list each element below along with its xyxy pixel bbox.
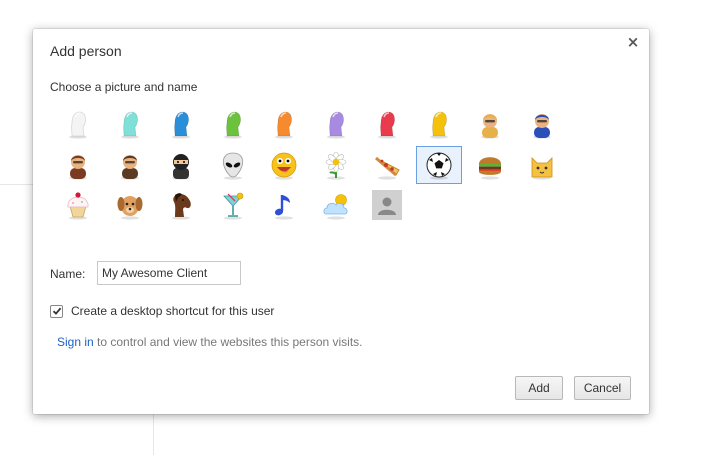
avatar-blue-head[interactable]	[158, 105, 204, 143]
avatar-flower[interactable]	[313, 146, 359, 184]
avatar-businesswoman[interactable]	[467, 105, 513, 143]
avatar-white-head-icon	[69, 111, 87, 139]
signin-row: Sign in to control and view the websites…	[57, 335, 363, 349]
avatar-woman-sunglasses-icon	[69, 154, 87, 180]
avatar-blue-head-icon	[172, 111, 190, 139]
avatar-soccer-ball-icon	[426, 152, 451, 180]
add-person-dialog: × Add person Choose a picture and name N…	[33, 29, 649, 414]
avatar-man-icon	[120, 154, 139, 180]
avatar-cat-icon	[531, 156, 552, 180]
avatar-pizza-icon	[375, 156, 400, 180]
cancel-button[interactable]: Cancel	[574, 376, 631, 400]
signin-description: to control and view the websites this pe…	[93, 335, 363, 349]
dialog-subtitle: Choose a picture and name	[50, 80, 198, 94]
avatar-teal-head[interactable]	[107, 105, 153, 143]
name-input[interactable]	[97, 261, 241, 285]
avatar-purple-head-icon	[326, 111, 345, 139]
avatar-soccer-ball[interactable]	[415, 145, 462, 184]
avatar-businesswoman-icon	[481, 114, 499, 139]
avatar-superhero-icon	[532, 114, 551, 139]
avatar-ninja-icon	[172, 153, 190, 180]
avatar-man[interactable]	[107, 146, 153, 184]
avatar-music-note-icon	[274, 195, 293, 220]
avatar-music-note[interactable]	[261, 186, 307, 224]
avatar-dog-icon	[117, 196, 142, 220]
avatar-superhero[interactable]	[519, 105, 565, 143]
avatar-horse[interactable]	[158, 186, 204, 224]
avatar-red-head-icon	[378, 111, 396, 139]
avatar-woman-sunglasses[interactable]	[55, 146, 101, 184]
shortcut-label: Create a desktop shortcut for this user	[71, 304, 275, 318]
avatar-flower-icon	[325, 151, 346, 180]
background-divider-vertical	[153, 414, 154, 455]
dialog-title: Add person	[50, 43, 122, 59]
avatar-smiley-icon	[271, 152, 297, 180]
avatar-red-head[interactable]	[364, 105, 410, 143]
avatar-orange-head-icon	[275, 111, 293, 139]
close-icon[interactable]: ×	[625, 34, 641, 50]
avatar-burger-icon	[479, 156, 501, 180]
avatar-ninja[interactable]	[158, 146, 204, 184]
avatar-yellow-head[interactable]	[416, 105, 462, 143]
avatar-orange-head[interactable]	[261, 105, 307, 143]
avatar-cocktail[interactable]	[210, 186, 256, 224]
avatar-green-head[interactable]	[210, 105, 256, 143]
name-label: Name:	[50, 267, 86, 281]
avatar-horse-icon	[172, 193, 191, 220]
avatar-green-head-icon	[223, 111, 242, 139]
checkmark-icon	[52, 307, 61, 315]
avatar-cocktail-icon	[222, 192, 243, 220]
avatar-sun-cloud-icon	[322, 194, 348, 220]
avatar-generic-profile[interactable]	[364, 186, 410, 224]
avatar-dog[interactable]	[107, 186, 153, 224]
add-button[interactable]: Add	[515, 376, 563, 400]
avatar-pizza[interactable]	[364, 146, 410, 184]
shortcut-checkbox[interactable]	[50, 304, 63, 318]
avatar-cupcake[interactable]	[55, 186, 101, 224]
shortcut-row: Create a desktop shortcut for this user	[50, 304, 274, 318]
avatar-sun-cloud[interactable]	[313, 186, 359, 224]
avatar-burger[interactable]	[467, 146, 513, 184]
avatar-white-head[interactable]	[55, 105, 101, 143]
avatar-purple-head[interactable]	[313, 105, 359, 143]
avatar-cupcake-icon	[67, 192, 89, 220]
background-divider	[0, 184, 33, 185]
signin-link[interactable]: Sign in	[57, 335, 94, 349]
avatar-smiley[interactable]	[261, 146, 307, 184]
avatar-alien[interactable]	[210, 146, 256, 184]
avatar-generic-profile-icon	[372, 190, 402, 220]
avatar-cat[interactable]	[519, 146, 565, 184]
avatar-yellow-head-icon	[429, 111, 448, 139]
avatar-teal-head-icon	[120, 111, 139, 139]
avatar-alien-icon	[222, 152, 243, 180]
